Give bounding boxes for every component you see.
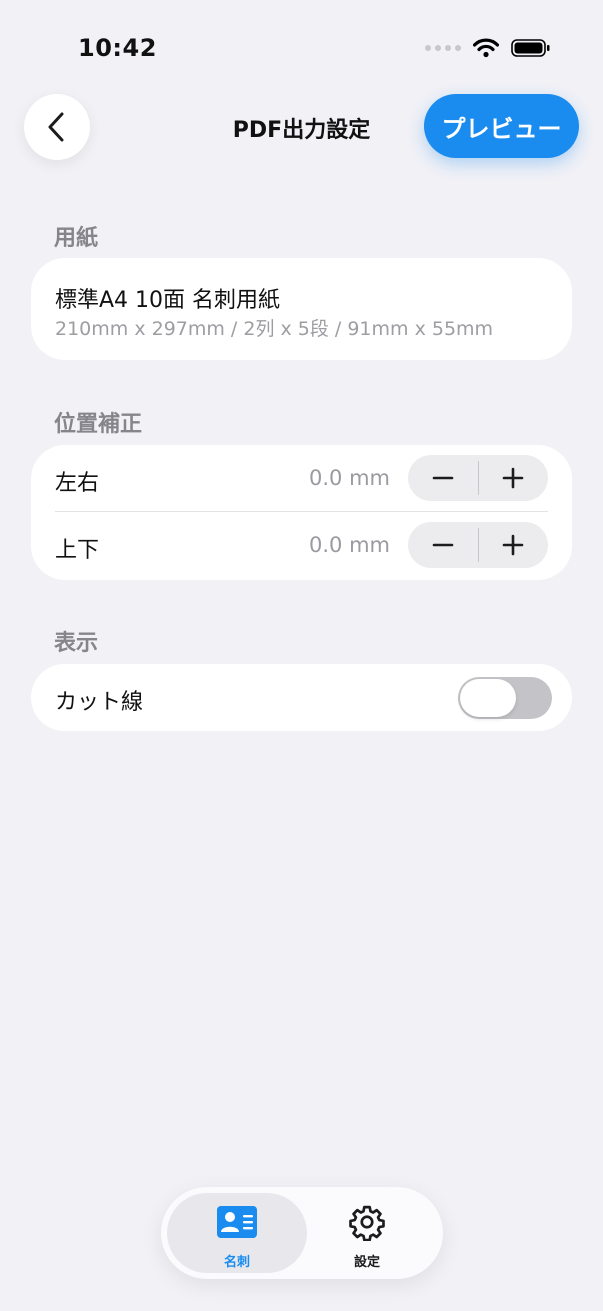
- gear-icon: [349, 1205, 385, 1241]
- horizontal-offset-label: 左右: [55, 471, 100, 496]
- display-card: カット線: [31, 664, 572, 731]
- plus-icon: [502, 534, 524, 556]
- position-section-label: 位置補正: [54, 412, 143, 437]
- navigation-bar: PDF出力設定 プレビュー: [0, 92, 603, 162]
- vertical-offset-value: 0.0 mm: [309, 533, 390, 557]
- horizontal-offset-value: 0.0 mm: [309, 466, 390, 490]
- cellular-signal-icon: [425, 45, 461, 51]
- vertical-offset-label: 上下: [55, 538, 100, 563]
- display-section-label: 表示: [54, 631, 99, 656]
- vertical-offset-stepper: [408, 522, 548, 568]
- horizontal-increment-button[interactable]: [479, 455, 549, 501]
- paper-section-label: 用紙: [54, 226, 99, 251]
- tab-settings[interactable]: 設定: [297, 1193, 437, 1273]
- paper-select-card[interactable]: 標準A4 10面 名刺用紙 210mm x 297mm / 2列 x 5段 / …: [31, 258, 572, 360]
- contact-card-icon: [217, 1206, 257, 1238]
- vertical-increment-button[interactable]: [479, 522, 549, 568]
- wifi-icon: [473, 38, 499, 58]
- preview-button[interactable]: プレビュー: [424, 94, 579, 158]
- status-icons: [425, 38, 551, 58]
- cut-line-toggle[interactable]: [458, 677, 552, 719]
- horizontal-offset-row: 左右 0.0 mm: [31, 445, 572, 512]
- battery-icon: [511, 39, 550, 57]
- status-time: 10:42: [78, 34, 157, 62]
- cut-line-label: カット線: [55, 690, 144, 715]
- cut-line-row: カット線: [31, 664, 572, 730]
- tab-bar: 名刺 設定: [161, 1187, 443, 1279]
- paper-detail: 210mm x 297mm / 2列 x 5段 / 91mm x 55mm: [55, 318, 494, 340]
- toggle-knob: [460, 679, 516, 717]
- position-card: 左右 0.0 mm 上下 0.0 mm: [31, 445, 572, 580]
- minus-icon: [432, 476, 454, 480]
- plus-icon: [502, 467, 524, 489]
- horizontal-offset-stepper: [408, 455, 548, 501]
- tab-business-cards[interactable]: 名刺: [167, 1193, 307, 1273]
- vertical-decrement-button[interactable]: [408, 522, 478, 568]
- status-bar: 10:42: [0, 0, 603, 90]
- paper-name: 標準A4 10面 名刺用紙: [55, 288, 281, 313]
- horizontal-decrement-button[interactable]: [408, 455, 478, 501]
- vertical-offset-row: 上下 0.0 mm: [31, 512, 572, 578]
- tab-label: 名刺: [223, 1255, 250, 1270]
- tab-label: 設定: [353, 1255, 380, 1270]
- minus-icon: [432, 543, 454, 547]
